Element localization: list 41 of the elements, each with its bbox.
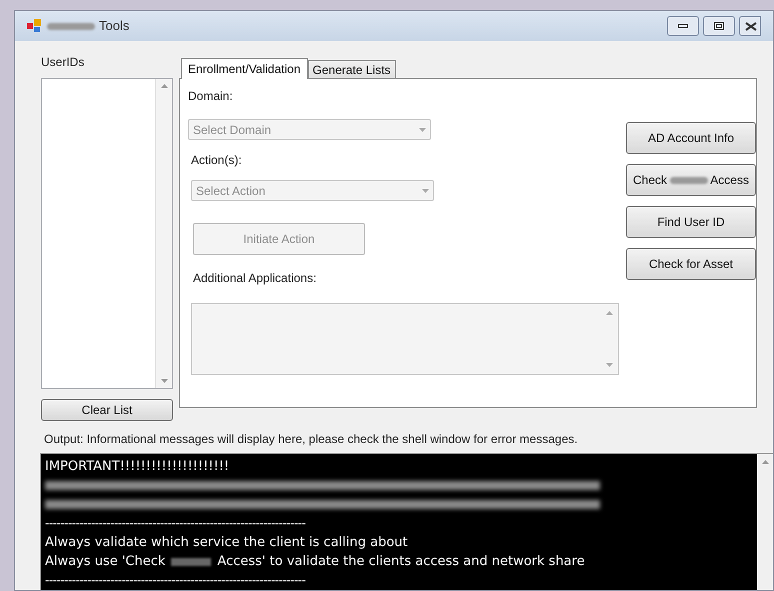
app-icon xyxy=(27,19,43,33)
scroll-up-icon[interactable] xyxy=(762,460,769,464)
window-title: Tools xyxy=(99,17,130,36)
additional-applications-label: Additional Applications: xyxy=(193,270,318,287)
close-icon xyxy=(745,22,757,30)
tab[interactable]: Enrollment/Validation xyxy=(181,58,308,79)
console-line: -------------------------------------------------------------------- xyxy=(45,572,306,589)
console-line: IMPORTANT!!!!!!!!!!!!!!!!!!!!! xyxy=(45,458,230,476)
dropdown-arrow-icon xyxy=(422,188,429,192)
minimize-icon xyxy=(678,24,688,28)
action-button[interactable]: Check for Asset xyxy=(626,248,756,280)
scrollbar[interactable] xyxy=(757,454,773,590)
action-button[interactable]: AD Account Info xyxy=(626,122,756,154)
dropdown-arrow-icon xyxy=(419,128,426,132)
console-line: -------------------------------------------------------------------- xyxy=(45,515,306,532)
scroll-down-icon[interactable] xyxy=(160,379,168,383)
tab[interactable]: Generate Lists xyxy=(308,60,396,78)
redacted-text xyxy=(171,558,212,566)
clear-list-button[interactable]: Clear List xyxy=(41,399,173,421)
action-button[interactable]: Find User ID xyxy=(626,206,756,238)
actions-label: Action(s): xyxy=(191,152,243,169)
maximize-icon xyxy=(714,22,724,30)
applications-list[interactable] xyxy=(191,303,619,375)
button-label: Check xyxy=(633,172,668,189)
scroll-down-icon[interactable] xyxy=(606,363,613,367)
scroll-up-icon[interactable] xyxy=(160,84,168,88)
scroll-up-icon[interactable] xyxy=(606,311,613,315)
action-button[interactable]: Check Access xyxy=(626,164,756,196)
console-line: Always use 'Check xyxy=(45,553,166,571)
maximize-button[interactable] xyxy=(703,16,735,36)
scrollbar[interactable] xyxy=(155,79,172,388)
button-label: Access xyxy=(710,172,749,189)
console-line: Access' to validate the clients access and network share xyxy=(217,553,585,571)
redacted-text xyxy=(670,176,708,184)
output-label: Output: Informational messages will display here, please check the shell window for error messages. xyxy=(44,431,579,448)
minimize-button[interactable] xyxy=(667,16,699,36)
userid-list[interactable] xyxy=(41,78,173,389)
userids-label: UserIDs xyxy=(41,54,86,69)
domain-label: Domain: xyxy=(188,88,234,105)
close-button[interactable] xyxy=(739,16,761,36)
console-line: Always validate which service the client is calling about xyxy=(45,534,409,552)
